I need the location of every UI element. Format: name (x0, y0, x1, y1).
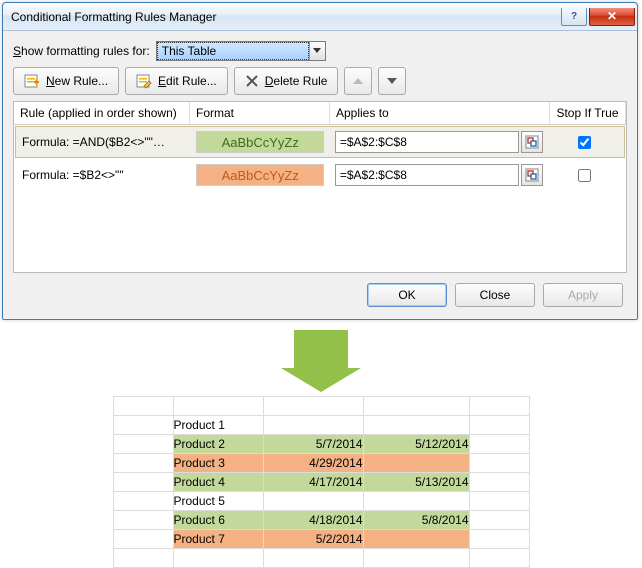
col-header-delivery: Delivery Date (363, 397, 469, 416)
range-selector-button[interactable] (521, 131, 543, 153)
cell-date-sale (263, 416, 363, 435)
caret-up-icon (353, 78, 363, 84)
cell-delivery (363, 530, 469, 549)
chevron-down-icon (309, 42, 325, 60)
rules-header: Rule (applied in order shown) Format App… (14, 102, 626, 125)
col-header-product: Product (173, 397, 263, 416)
table-header-row: Product Date of Sale Delivery Date (113, 397, 529, 416)
cell-product: Product 7 (173, 530, 263, 549)
col-header-date-sale: Date of Sale (263, 397, 363, 416)
cell-date-sale: 5/2/2014 (263, 530, 363, 549)
edit-rule-button[interactable]: Edit Rule... (125, 67, 228, 95)
new-rule-icon (24, 73, 40, 89)
applies-to-input[interactable] (335, 164, 519, 186)
cell-delivery (363, 416, 469, 435)
dialog-footer: OK Close Apply (13, 273, 627, 309)
header-applies: Applies to (330, 102, 550, 124)
table-row: Product 6 4/18/2014 5/8/2014 (113, 511, 529, 530)
new-rule-label: New Rule... (46, 74, 108, 88)
range-selector-icon (525, 168, 539, 182)
cell-product: Product 3 (173, 454, 263, 473)
cell-date-sale: 5/7/2014 (263, 435, 363, 454)
new-rule-button[interactable]: New Rule... (13, 67, 119, 95)
table-row: Product 4 4/17/2014 5/13/2014 (113, 473, 529, 492)
ok-button[interactable]: OK (367, 283, 447, 307)
scope-dropdown-value: This Table (157, 42, 309, 60)
titlebar: Conditional Formatting Rules Manager ? ✕ (3, 3, 637, 31)
cell-date-sale: 4/17/2014 (263, 473, 363, 492)
rule-formula: Formula: =AND($B2<>""… (18, 135, 192, 149)
spreadsheet-grid: Product Date of Sale Delivery Date Produ… (113, 396, 530, 568)
move-down-button[interactable] (378, 67, 406, 95)
window-title: Conditional Formatting Rules Manager (11, 10, 561, 24)
delete-rule-icon (245, 74, 259, 88)
applies-to-input-group (335, 164, 543, 186)
apply-button[interactable]: Apply (543, 283, 623, 307)
cell-date-sale: 4/18/2014 (263, 511, 363, 530)
show-rules-row: Show formatting rules for: This Table (13, 41, 627, 61)
header-rule: Rule (applied in order shown) (14, 102, 190, 124)
close-icon: ✕ (607, 9, 617, 23)
dialog-window: Conditional Formatting Rules Manager ? ✕… (2, 2, 638, 320)
format-preview: AaBbCcYyZz (196, 164, 324, 186)
table-row: Product 5 (113, 492, 529, 511)
cell-delivery (363, 492, 469, 511)
table-row: Product 7 5/2/2014 (113, 530, 529, 549)
edit-rule-label: Edit Rule... (158, 74, 217, 88)
cell-product: Product 1 (173, 416, 263, 435)
move-up-button[interactable] (344, 67, 372, 95)
table-row: Product 2 5/7/2014 5/12/2014 (113, 435, 529, 454)
arrow-down-icon (281, 330, 361, 392)
stop-if-true-checkbox[interactable] (578, 136, 591, 149)
edit-rule-icon (136, 73, 152, 89)
help-button[interactable]: ? (561, 8, 587, 26)
header-stop: Stop If True (550, 102, 626, 124)
close-dialog-button[interactable]: Close (455, 283, 535, 307)
applies-to-input[interactable] (335, 131, 519, 153)
cell-product: Product 5 (173, 492, 263, 511)
show-rules-label: Show formatting rules for: (13, 44, 150, 58)
cell-delivery: 5/12/2014 (363, 435, 469, 454)
caret-down-icon (387, 78, 397, 84)
rule-row[interactable]: Formula: =AND($B2<>""… AaBbCcYyZz (15, 126, 625, 158)
cell-date-sale: 4/29/2014 (263, 454, 363, 473)
range-selector-button[interactable] (521, 164, 543, 186)
table-row (113, 549, 529, 568)
table-row: Product 3 4/29/2014 (113, 454, 529, 473)
header-format: Format (190, 102, 330, 124)
delete-rule-button[interactable]: Delete Rule (234, 67, 339, 95)
applies-to-input-group (335, 131, 543, 153)
titlebar-buttons: ? ✕ (561, 8, 637, 26)
range-selector-icon (525, 135, 539, 149)
cell-delivery: 5/13/2014 (363, 473, 469, 492)
cell-product: Product 6 (173, 511, 263, 530)
cell-delivery (363, 454, 469, 473)
scope-dropdown[interactable]: This Table (156, 41, 326, 61)
help-icon: ? (571, 11, 577, 22)
stop-if-true-checkbox[interactable] (578, 169, 591, 182)
cell-product: Product 4 (173, 473, 263, 492)
rule-row[interactable]: Formula: =$B2<>"" AaBbCcYyZz (15, 159, 625, 191)
table-row: Product 1 (113, 416, 529, 435)
cell-date-sale (263, 492, 363, 511)
rules-list: Rule (applied in order shown) Format App… (13, 101, 627, 273)
toolbar: New Rule... Edit Rule... Delete Rule (13, 67, 627, 95)
close-button[interactable]: ✕ (589, 8, 635, 26)
dialog-body: Show formatting rules for: This Table Ne… (3, 31, 637, 319)
rule-formula: Formula: =$B2<>"" (18, 168, 192, 182)
worksheet: Product Date of Sale Delivery Date Produ… (0, 392, 642, 568)
cell-product: Product 2 (173, 435, 263, 454)
delete-rule-label: Delete Rule (265, 74, 328, 88)
cell-delivery: 5/8/2014 (363, 511, 469, 530)
format-preview: AaBbCcYyZz (196, 131, 324, 153)
